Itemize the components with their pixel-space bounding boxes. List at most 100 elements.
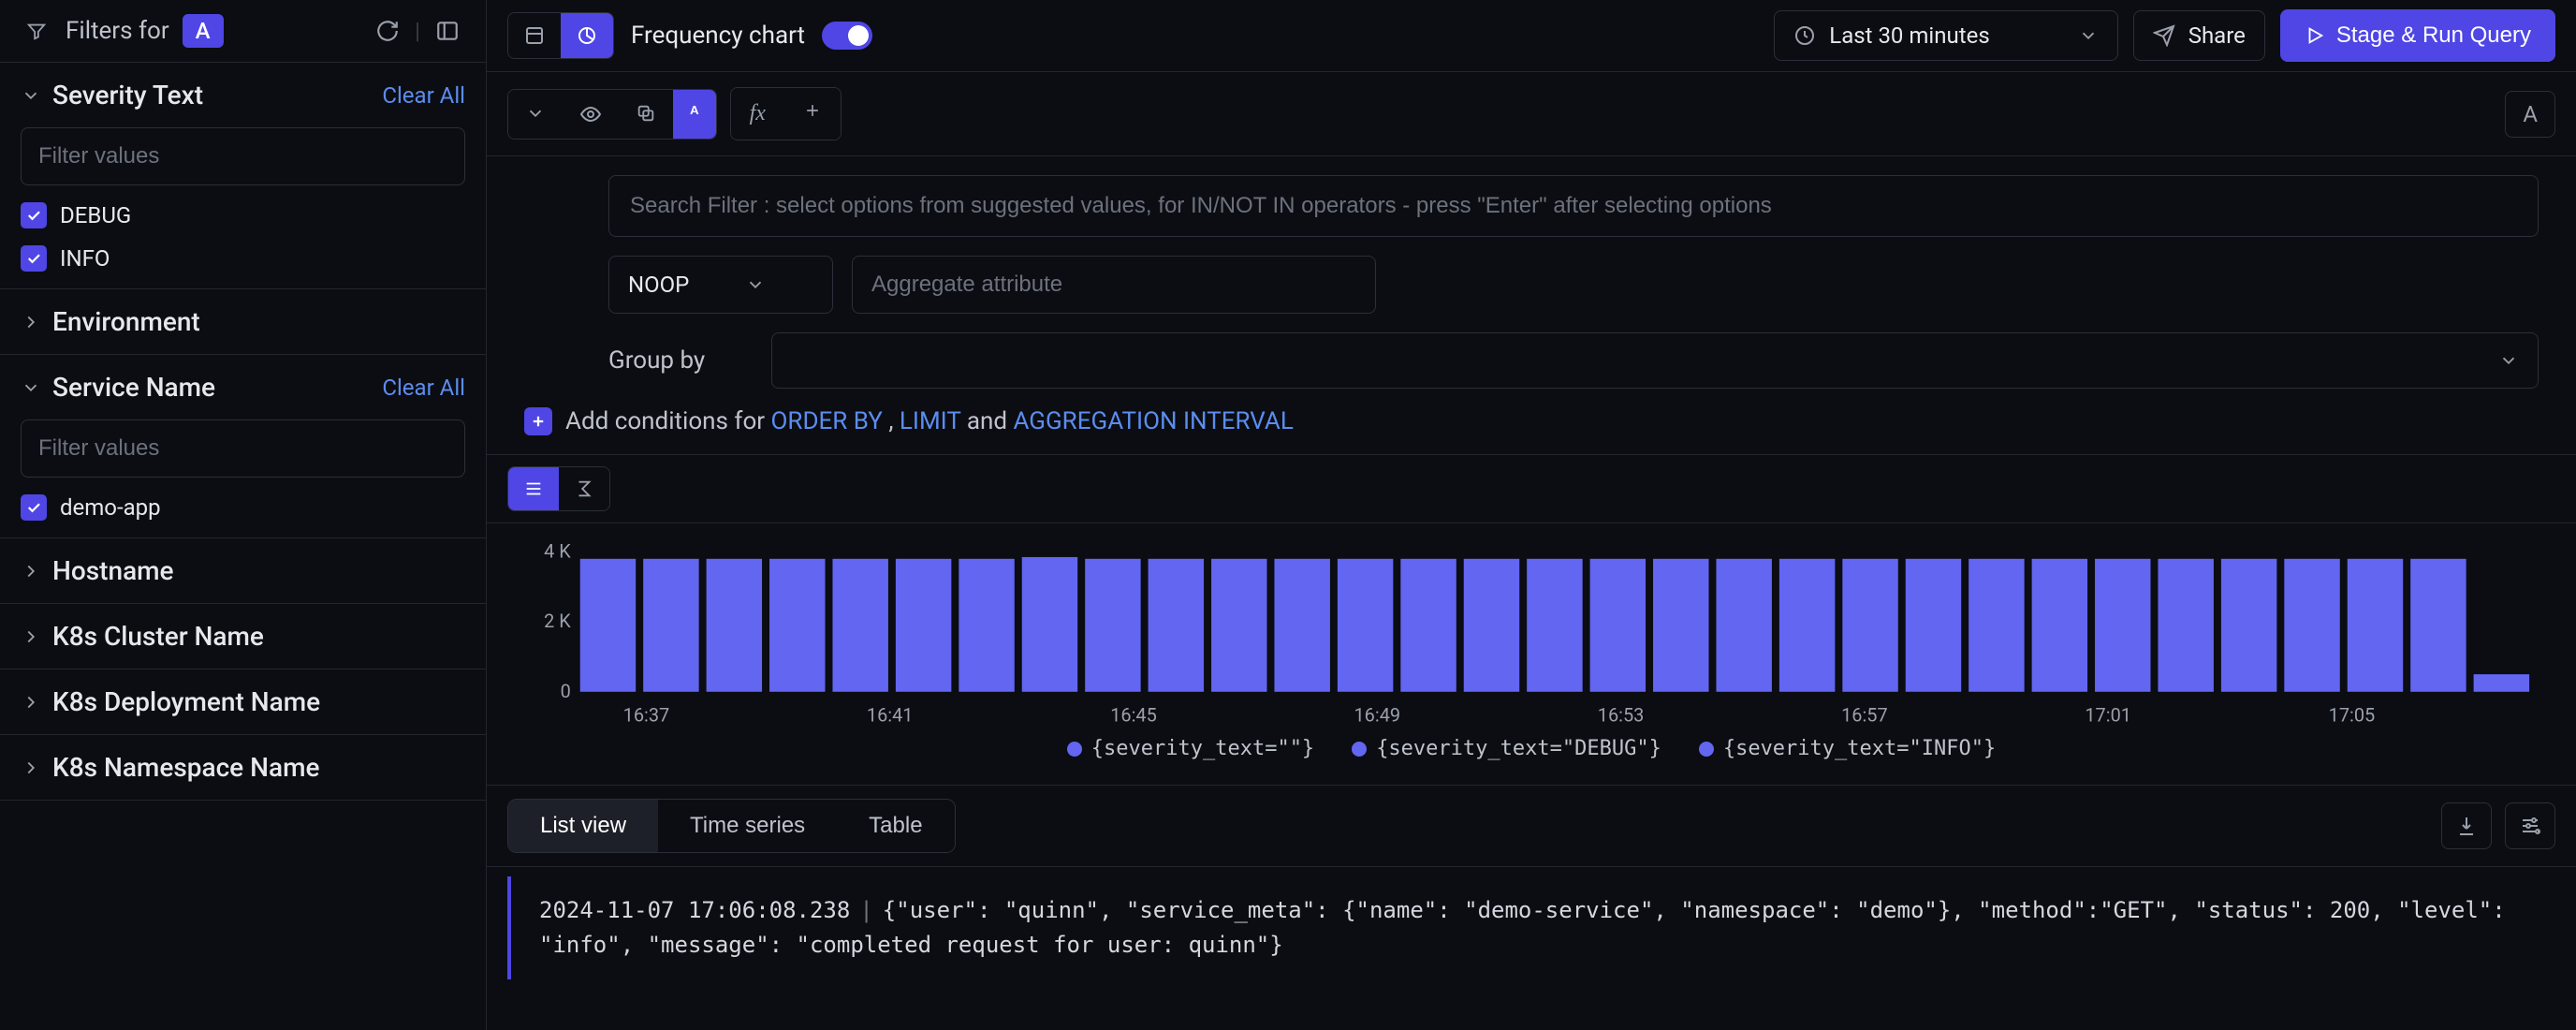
- eye-icon[interactable]: [563, 90, 619, 139]
- plus-icon[interactable]: [524, 407, 552, 435]
- time-range-select[interactable]: Last 30 minutes: [1774, 10, 2117, 61]
- tab-list-view[interactable]: List view: [508, 800, 658, 852]
- service-label: demo-app: [60, 494, 161, 521]
- clear-all-service[interactable]: Clear All: [382, 375, 465, 401]
- panel-type-chart-icon[interactable]: [561, 13, 613, 58]
- checkbox-checked-icon: [21, 494, 47, 521]
- severity-item-debug[interactable]: DEBUG: [21, 202, 465, 228]
- order-by-link[interactable]: ORDER BY: [771, 407, 883, 435]
- limit-link[interactable]: LIMIT: [900, 407, 960, 435]
- time-range-label: Last 30 minutes: [1829, 22, 1989, 49]
- checkbox-checked-icon: [21, 245, 47, 272]
- chevron-down-icon: [2078, 25, 2099, 46]
- section-header-k8s-cluster[interactable]: K8s Cluster Name: [21, 621, 465, 652]
- chart-svg[interactable]: 4 K2 K016:3716:4116:4516:4916:5316:5717:…: [515, 542, 2548, 729]
- svg-text:16:45: 16:45: [1110, 705, 1157, 727]
- legend-label: {severity_text=""}: [1091, 737, 1314, 760]
- aggregation-interval-link[interactable]: AGGREGATION INTERVAL: [1013, 407, 1293, 435]
- section-header-hostname[interactable]: Hostname: [21, 555, 465, 586]
- severity-label: INFO: [60, 245, 110, 272]
- legend-dot-icon: [1067, 742, 1082, 757]
- stage-run-query-button[interactable]: Stage & Run Query: [2280, 9, 2555, 62]
- legend-item[interactable]: {severity_text=""}: [1067, 737, 1314, 760]
- section-k8s-namespace: K8s Namespace Name: [0, 735, 486, 801]
- aggregate-attribute-input[interactable]: [852, 256, 1376, 314]
- frequency-chart: 4 K2 K016:3716:4116:4516:4916:5316:5717:…: [487, 523, 2576, 785]
- frequency-chart-toggle[interactable]: [822, 22, 872, 50]
- query-output-toggle-row: [487, 454, 2576, 523]
- svg-text:2 K: 2 K: [544, 611, 571, 632]
- settings-sliders-icon[interactable]: [2505, 802, 2555, 849]
- refresh-icon[interactable]: [370, 13, 405, 49]
- legend-label: {severity_text="DEBUG"}: [1376, 737, 1661, 760]
- sidebar-header: Filters for A |: [0, 0, 486, 63]
- list-output-icon[interactable]: [508, 467, 559, 510]
- svg-text:4 K: 4 K: [544, 542, 571, 562]
- query-badge-a[interactable]: A: [673, 90, 716, 139]
- cond-prefix: Add conditions for: [565, 407, 771, 435]
- aggregate-function-select[interactable]: NOOP: [608, 256, 833, 314]
- legend-label: {severity_text="INFO"}: [1723, 737, 1996, 760]
- clear-all-severity[interactable]: Clear All: [382, 82, 465, 109]
- plus-icon[interactable]: [784, 88, 841, 140]
- chevron-down-icon[interactable]: [508, 90, 563, 139]
- legend-item[interactable]: {severity_text="DEBUG"}: [1352, 737, 1661, 760]
- chevron-down-icon: [2498, 350, 2519, 371]
- section-header-k8s-deployment[interactable]: K8s Deployment Name: [21, 686, 465, 717]
- chevron-down-icon: [21, 85, 41, 106]
- severity-filter-input[interactable]: [21, 127, 465, 185]
- section-title: K8s Namespace Name: [52, 752, 319, 783]
- query-controls: A: [507, 89, 717, 140]
- tab-table[interactable]: Table: [837, 800, 954, 852]
- section-service-name: Service Name Clear All demo-app: [0, 355, 486, 538]
- section-severity-text: Severity Text Clear All DEBUG INFO: [0, 63, 486, 289]
- legend-item[interactable]: {severity_text="INFO"}: [1699, 737, 1996, 760]
- legend-dot-icon: [1699, 742, 1714, 757]
- filters-for-badge[interactable]: A: [183, 14, 224, 48]
- svg-text:16:57: 16:57: [1841, 705, 1888, 727]
- severity-item-info[interactable]: INFO: [21, 245, 465, 272]
- share-button[interactable]: Share: [2133, 10, 2265, 61]
- noop-label: NOOP: [628, 272, 689, 298]
- group-by-select[interactable]: [771, 332, 2539, 389]
- view-tab-row: List view Time series Table: [487, 785, 2576, 867]
- service-item-demo-app[interactable]: demo-app: [21, 494, 465, 521]
- panel-type-list-icon[interactable]: [508, 13, 561, 58]
- section-k8s-cluster: K8s Cluster Name: [0, 604, 486, 670]
- svg-text:0: 0: [561, 681, 571, 702]
- chevron-right-icon: [21, 561, 41, 581]
- main: Frequency chart Last 30 minutes Share St…: [487, 0, 2576, 1030]
- chevron-down-icon: [21, 377, 41, 398]
- query-letter-badge[interactable]: A: [2505, 91, 2555, 138]
- frequency-chart-label: Frequency chart: [631, 22, 805, 50]
- chevron-down-icon: [745, 274, 766, 295]
- service-filter-input[interactable]: [21, 419, 465, 478]
- query-header-row: A fx A: [487, 72, 2576, 156]
- download-icon[interactable]: [2441, 802, 2492, 849]
- svg-text:17:01: 17:01: [2085, 705, 2131, 727]
- fx-button[interactable]: fx: [731, 88, 784, 140]
- send-icon: [2153, 24, 2175, 47]
- section-header-service[interactable]: Service Name Clear All: [21, 372, 465, 403]
- section-title: K8s Deployment Name: [52, 686, 320, 717]
- section-header-k8s-namespace[interactable]: K8s Namespace Name: [21, 752, 465, 783]
- svg-text:16:37: 16:37: [623, 705, 670, 727]
- tab-time-series[interactable]: Time series: [658, 800, 837, 852]
- filters-for-label: Filters for: [66, 17, 169, 45]
- query-builder: NOOP Group by Add conditions for ORDER B…: [487, 156, 2576, 454]
- divider: |: [415, 18, 420, 44]
- search-filter-input[interactable]: [608, 175, 2539, 237]
- run-label: Stage & Run Query: [2336, 22, 2531, 49]
- sigma-icon[interactable]: [559, 467, 609, 510]
- log-line[interactable]: 2024-11-07 17:06:08.238|{"user": "quinn"…: [507, 876, 2555, 979]
- section-header-severity[interactable]: Severity Text Clear All: [21, 80, 465, 110]
- chevron-right-icon: [21, 758, 41, 778]
- section-header-environment[interactable]: Environment: [21, 306, 465, 337]
- section-k8s-deployment: K8s Deployment Name: [0, 670, 486, 735]
- collapse-sidebar-icon[interactable]: [430, 13, 465, 49]
- svg-text:17:05: 17:05: [2329, 705, 2376, 727]
- copy-icon[interactable]: [619, 90, 673, 139]
- cond-sep: ,: [883, 407, 900, 435]
- svg-text:16:49: 16:49: [1354, 705, 1401, 727]
- section-title: Severity Text: [52, 80, 203, 110]
